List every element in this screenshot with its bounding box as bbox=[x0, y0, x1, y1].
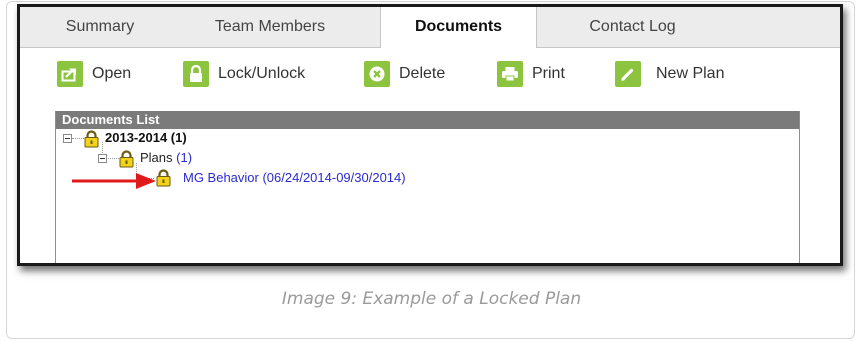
plan-link[interactable]: MG Behavior (06/24/2014-09/30/2014) bbox=[183, 170, 406, 186]
open-button[interactable]: Open bbox=[57, 60, 131, 88]
tab-documents[interactable]: Documents bbox=[380, 7, 537, 48]
year-lock-icon bbox=[84, 130, 99, 148]
arrow-icon bbox=[72, 173, 156, 189]
app-screenshot: Summary Team Members Documents Contact L… bbox=[17, 4, 843, 266]
tab-bar: Summary Team Members Documents Contact L… bbox=[20, 7, 840, 48]
new-plan-label: New Plan bbox=[656, 65, 725, 82]
tab-contact-log[interactable]: Contact Log bbox=[550, 7, 715, 47]
print-icon bbox=[497, 61, 523, 87]
year-node-label[interactable]: 2013-2014 (1) bbox=[105, 130, 187, 146]
plans-collapse-toggle[interactable] bbox=[98, 154, 107, 163]
delete-button[interactable]: Delete bbox=[364, 60, 445, 88]
image-caption: Image 9: Example of a Locked Plan bbox=[281, 289, 582, 309]
print-button[interactable]: Print bbox=[497, 60, 565, 88]
documents-list-title: Documents List bbox=[56, 111, 799, 129]
print-label: Print bbox=[532, 65, 565, 82]
tab-summary[interactable]: Summary bbox=[40, 7, 160, 47]
plans-label: Plans bbox=[140, 150, 173, 165]
delete-icon bbox=[364, 61, 390, 87]
open-label: Open bbox=[92, 65, 132, 82]
open-icon bbox=[57, 61, 83, 87]
new-plan-button[interactable]: New Plan bbox=[615, 60, 724, 88]
pencil-icon bbox=[615, 61, 641, 87]
lock-unlock-button[interactable]: Lock/Unlock bbox=[183, 60, 305, 88]
plans-lock-icon bbox=[119, 150, 134, 168]
tab-team-members[interactable]: Team Members bbox=[190, 7, 350, 47]
plans-count: (1) bbox=[176, 150, 193, 165]
plans-node-label[interactable]: Plans (1) bbox=[140, 150, 192, 166]
image-frame: Summary Team Members Documents Contact L… bbox=[6, 1, 855, 339]
lock-unlock-label: Lock/Unlock bbox=[218, 65, 306, 82]
delete-label: Delete bbox=[399, 65, 446, 82]
year-collapse-toggle[interactable] bbox=[63, 134, 72, 143]
documents-list-panel: Documents List 2013-2014 (1) Plans (1) M… bbox=[55, 111, 800, 263]
lock-icon bbox=[183, 61, 209, 87]
